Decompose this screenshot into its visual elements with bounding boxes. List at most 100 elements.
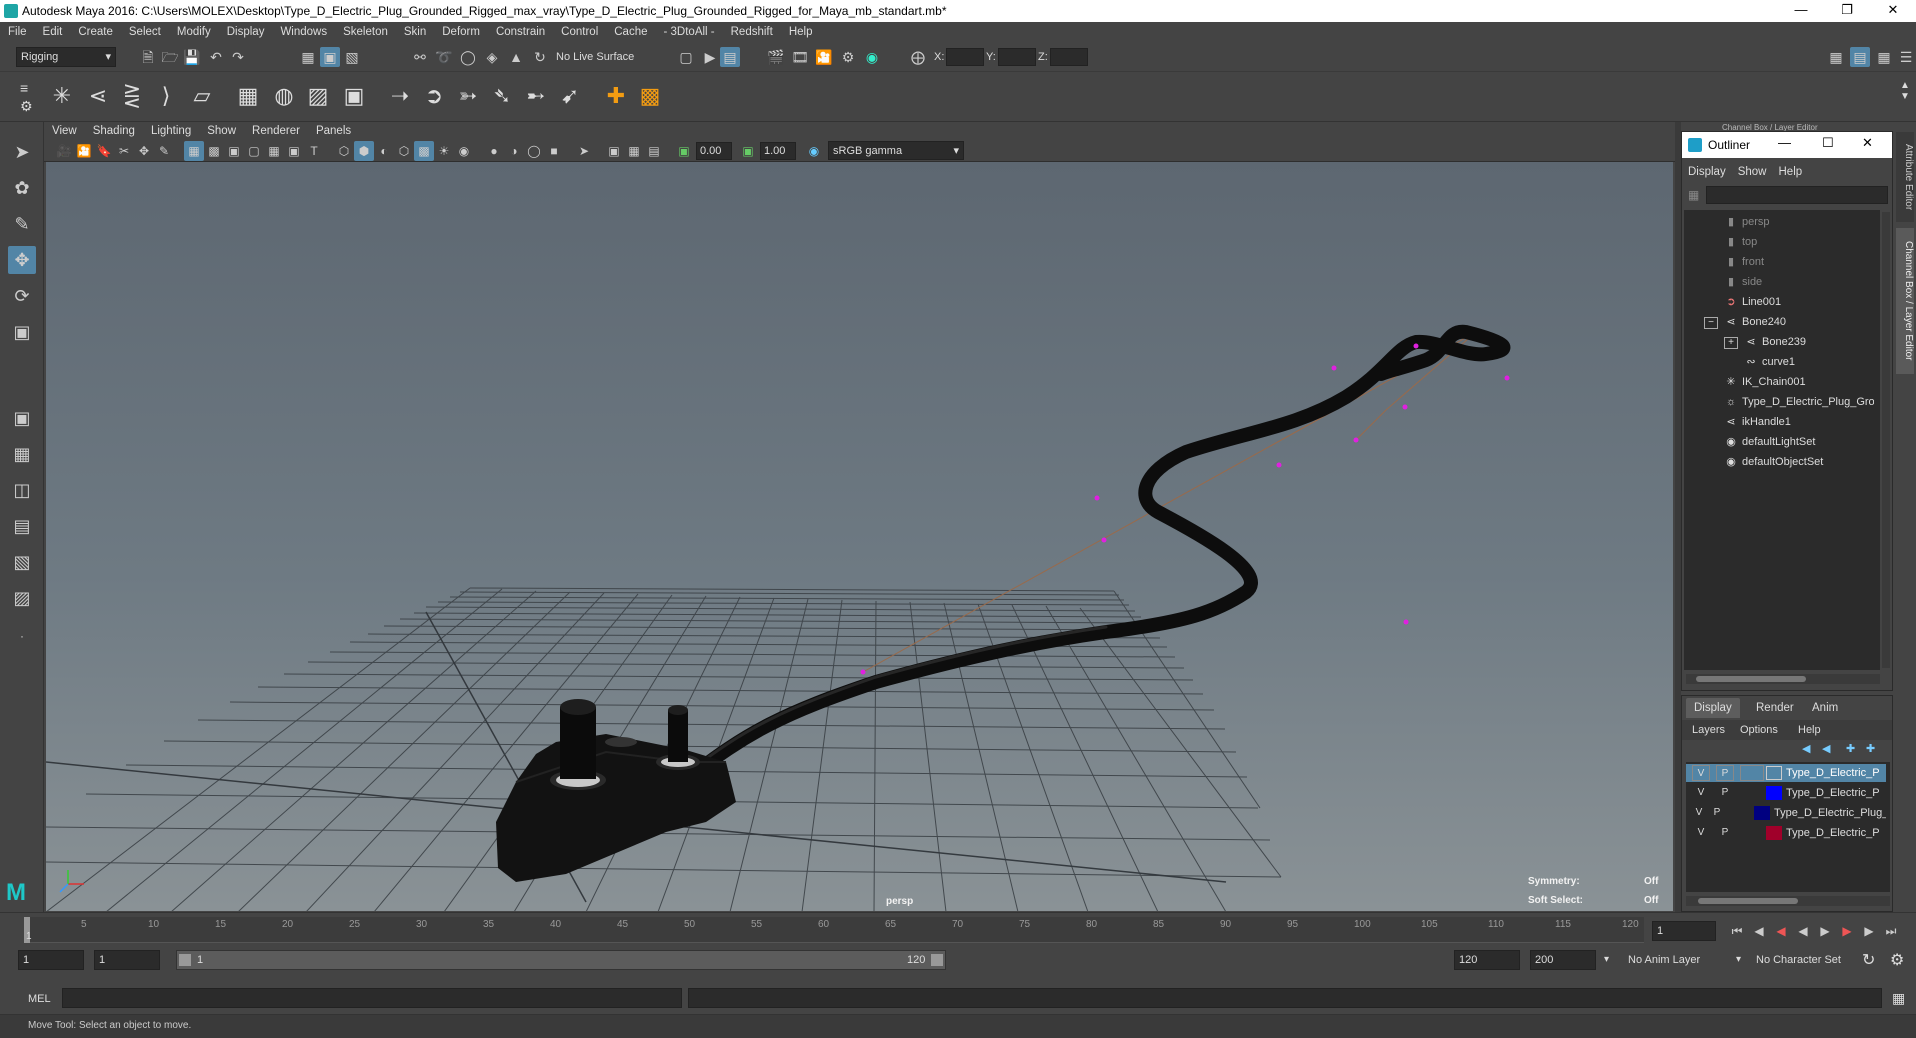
color-space-dropdown[interactable]: sRGB gamma ▾ [828,141,964,160]
channel-box-tab[interactable]: Channel Box / Layer Editor [1896,228,1914,374]
range-slider[interactable]: 1 120 [176,950,946,970]
detach-skin-icon[interactable]: ➴ [486,80,518,112]
snap-curve-icon[interactable]: ➰ [434,47,454,67]
range-end-handle[interactable] [931,954,943,966]
color-management-icon[interactable]: ◉ [804,141,824,161]
scale-tool-icon[interactable]: ▣ [8,318,36,346]
wireframe-icon[interactable]: ⬡ [334,141,354,161]
wire-icon[interactable]: ▨ [302,80,334,112]
menu-help[interactable]: Help [781,22,821,42]
shelf-scroll-icon[interactable]: ▲ ▼ [1900,80,1910,102]
render-settings-icon[interactable]: ⚙ [838,47,858,67]
exposure-field[interactable]: 0.00 [696,142,732,160]
persp-outliner-layout-icon[interactable]: ▤ [8,512,36,540]
outliner-item[interactable]: ▮ side [1684,272,1874,292]
go-to-end-icon[interactable]: ⏭ [1882,921,1900,941]
outliner-item[interactable]: ▮ top [1684,232,1874,252]
layer-color-swatch[interactable] [1766,786,1782,800]
x-field[interactable] [946,48,984,66]
layer-playback-toggle[interactable]: P [1716,785,1734,801]
cluster-icon[interactable]: ◍ [268,80,300,112]
aim-constraint-icon[interactable]: ➹ [554,80,586,112]
outliner-item[interactable]: ▮ front [1684,252,1874,272]
menu-skeleton[interactable]: Skeleton [335,22,396,42]
outliner-item[interactable]: ◉ defaultLightSet [1684,432,1874,452]
layer-tab-anim[interactable]: Anim [1804,698,1846,718]
current-frame-field[interactable]: 1 [1652,921,1716,941]
time-slider[interactable]: 1 5 10 15 20 25 30 35 40 45 50 55 60 65 … [0,912,1916,946]
camera-select-icon[interactable]: 🎥 [54,141,74,161]
layer-visibility-toggle[interactable]: V [1692,785,1710,801]
ik-spline-icon[interactable]: ⋛ [116,80,148,112]
live-surface-label[interactable]: No Live Surface [556,51,634,63]
layer-row[interactable]: V P Type_D_Electric_Plug_G [1686,764,1886,782]
camera-attributes-icon[interactable]: 🎦 [74,141,94,161]
tool-settings-toggle-icon[interactable]: ☰ [1896,47,1916,67]
undo-icon[interactable]: ↶ [206,47,226,67]
close-button[interactable]: ✕ [1870,0,1916,22]
bind-skin-icon[interactable]: ➝ [384,80,416,112]
layer-row[interactable]: V P Type_D_Electric_Plug_G [1686,824,1886,842]
layer-playback-toggle[interactable]: P [1716,825,1734,841]
safe-action-icon[interactable]: ▣ [284,141,304,161]
safe-title-icon[interactable]: T [304,141,324,161]
script-language-label[interactable]: MEL [28,993,51,1005]
playback-end-field[interactable]: 120 [1454,950,1520,970]
snap-view-icon[interactable]: ◈ [482,47,502,67]
paint-select-icon[interactable]: ✎ [8,210,36,238]
outliner-item[interactable]: ✳ IK_Chain001 [1684,372,1874,392]
viewport-persp[interactable]: persp Symmetry: Off Soft Select: Off [46,162,1673,911]
gamma-field[interactable]: 1.00 [760,142,796,160]
shadows-icon[interactable]: ◉ [454,141,474,161]
lattice-icon[interactable]: ▦ [232,80,264,112]
snap-grid-icon[interactable]: ⚯ [410,47,430,67]
z-field[interactable] [1050,48,1088,66]
multisample-aa-icon[interactable]: ◯ [524,141,544,161]
grid-toggle-icon[interactable]: ▦ [184,141,204,161]
play-forwards-icon[interactable]: ▶ [1816,921,1834,941]
snap-pivot-icon[interactable]: ↻ [530,47,550,67]
new-layer-icon[interactable]: ✚ [1846,742,1855,755]
restore-button[interactable]: ❐ [1824,0,1870,22]
attribute-editor-tab[interactable]: Attribute Editor [1896,132,1914,222]
playback-start-field[interactable]: 1 [94,950,160,970]
bookmark-icon[interactable]: 🔖 [94,141,114,161]
shelf-settings-icon[interactable]: ⚙ [20,98,33,115]
outliner-menu-help[interactable]: Help [1773,162,1809,182]
outliner-item[interactable]: + ⋖ Bone239 [1684,332,1874,352]
motion-blur-icon[interactable]: ◑ [504,141,524,161]
select-tool-icon[interactable]: ➤ [8,138,36,166]
hypershade-layout-icon[interactable]: ▨ [8,584,36,612]
vp-menu-show[interactable]: Show [199,122,244,140]
layer-menu-layers[interactable]: Layers [1692,724,1725,736]
depth-of-field-icon[interactable]: ■ [544,141,564,161]
move-layer-down-icon[interactable]: ◀ [1822,742,1830,755]
menu-deform[interactable]: Deform [434,22,488,42]
outliner-hscroll-thumb[interactable] [1696,676,1806,682]
image-plane-icon[interactable]: ✂ [114,141,134,161]
menu-windows[interactable]: Windows [272,22,335,42]
menu-3dtoall[interactable]: - 3DtoAll - [656,22,723,42]
menu-edit[interactable]: Edit [35,22,71,42]
menu-select[interactable]: Select [121,22,169,42]
menu-create[interactable]: Create [70,22,121,42]
layer-row[interactable]: V P Type_D_Electric_Plug_Gro [1686,804,1886,822]
xray-icon[interactable]: ▣ [604,141,624,161]
outliner-close-button[interactable]: ✕ [1862,135,1873,151]
vp-menu-shading[interactable]: Shading [85,122,143,140]
outliner-item[interactable]: ☼ Type_D_Electric_Plug_Grou [1684,392,1874,412]
layer-color-swatch[interactable] [1754,806,1770,820]
time-ruler[interactable]: 1 5 10 15 20 25 30 35 40 45 50 55 60 65 … [24,917,1644,943]
layer-menu-help[interactable]: Help [1798,724,1821,736]
outliner-item[interactable]: ◉ defaultObjectSet [1684,452,1874,472]
outliner-item[interactable]: ∾ curve1 [1684,352,1874,372]
isolate-select-icon[interactable]: ➤ [574,141,594,161]
outliner-minimize-button[interactable]: — [1778,135,1791,150]
menu-control[interactable]: Control [553,22,606,42]
xray-joints-icon[interactable]: ▦ [624,141,644,161]
construction-history-icon[interactable]: ▤ [720,47,740,67]
grease-pencil-icon[interactable]: ✎ [154,141,174,161]
layer-tab-display[interactable]: Display [1686,698,1740,718]
chevron-down-icon[interactable]: ▾ [1736,954,1741,965]
layer-visibility-toggle[interactable]: V [1692,825,1710,841]
